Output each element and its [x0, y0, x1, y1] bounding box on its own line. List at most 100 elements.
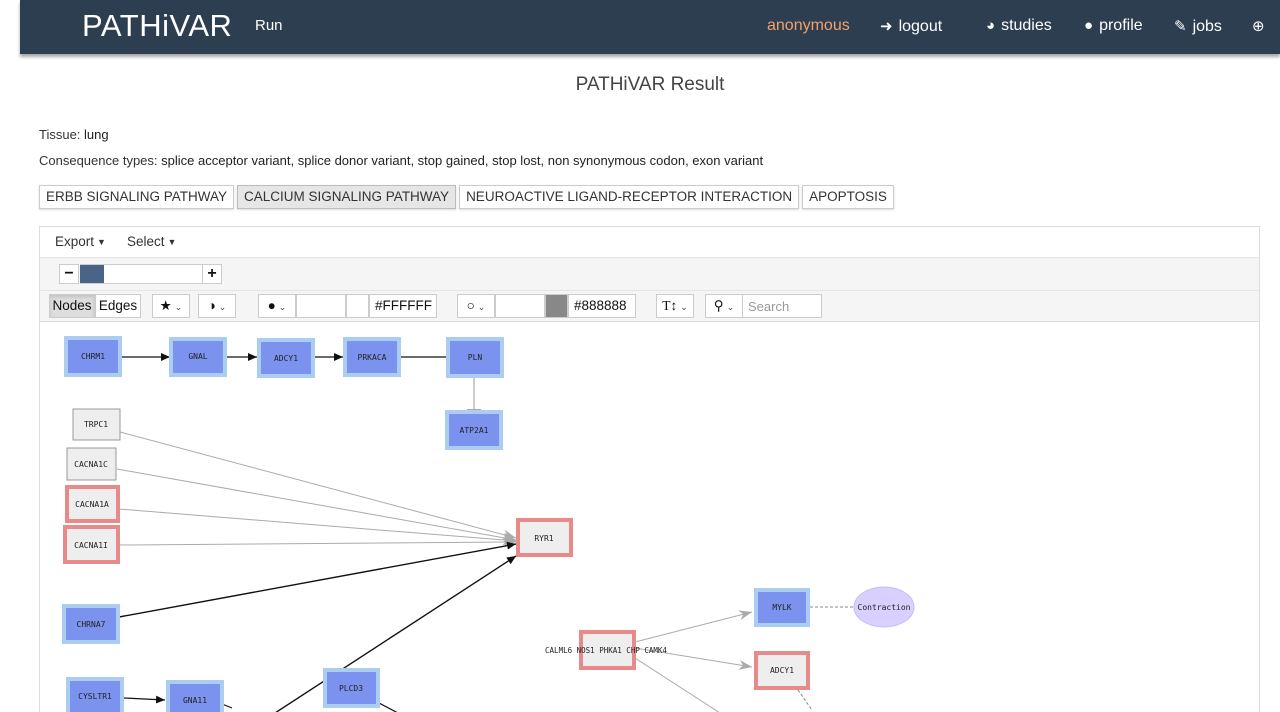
node[interactable]: PLCD3 [323, 668, 380, 708]
help-link[interactable]: ⊕ [1252, 17, 1271, 36]
node[interactable]: CHRNA7 [62, 604, 120, 644]
edge[interactable] [634, 657, 720, 712]
chevron-down-icon: ⌄ [477, 302, 486, 312]
export-menu[interactable]: Export ▼ [55, 234, 106, 249]
tab-apoptosis[interactable]: APOPTOSIS [802, 185, 894, 209]
search-type-dropdown[interactable]: ⚲ ⌄ [705, 294, 743, 318]
node-label: TRPC1 [84, 420, 108, 429]
node[interactable]: GNAL [169, 337, 227, 377]
node[interactable]: RYR1 [516, 518, 573, 557]
top-navbar: PATHiVAR Run anonymous ➜ logout ◕ studies … [20, 0, 1280, 54]
shape-dropdown[interactable]: ★ ⌄ [152, 294, 190, 318]
node[interactable]: CACNA1I [63, 525, 120, 564]
stroke-size-input[interactable] [495, 294, 545, 318]
edge[interactable] [118, 541, 517, 618]
node[interactable]: ADCY1 [257, 338, 315, 378]
logout-label: logout [898, 18, 943, 35]
pathway-network-canvas[interactable]: CHRM1 GNAL ADCY1 PRKACA PLN ATP2A1 TRPC1 [40, 322, 1260, 712]
network-viewer-panel: Export ▼ Select ▼ − + Nodes Edges ★ ⌄ ◑ ⌄ ● ⌄… [39, 226, 1260, 712]
user-icon: ● [1084, 17, 1094, 34]
node[interactable]: TRPC1 [72, 408, 121, 441]
zoom-in-button[interactable]: + [202, 264, 222, 284]
stroke-color-input[interactable]: #888888 [568, 294, 636, 318]
fill-color-swatch[interactable] [346, 294, 369, 318]
node[interactable]: PLN [446, 337, 504, 378]
zoom-out-button[interactable]: − [59, 264, 79, 284]
circle-outline-icon: ○ [466, 298, 475, 313]
edge[interactable] [378, 702, 398, 712]
profile-label: profile [1099, 17, 1143, 34]
export-label: Export [55, 234, 95, 249]
edge[interactable] [123, 695, 166, 704]
zoom-level-fill [80, 265, 104, 283]
node[interactable]: CALML6 NOS1 PHKA1 CHP CAMK4 [545, 630, 667, 670]
nodes-toggle[interactable]: Nodes [49, 294, 95, 318]
filled-circle-icon: ● [267, 298, 276, 313]
node[interactable]: CACNA1C [66, 447, 117, 481]
fill-color-dropdown[interactable]: ● ⌄ [258, 294, 296, 318]
node-label: CALML6 NOS1 PHKA1 CHP CAMK4 [545, 646, 667, 655]
jobs-label: jobs [1192, 18, 1222, 35]
stroke-color-swatch[interactable] [545, 294, 568, 318]
node-label: PLN [468, 353, 483, 362]
node[interactable]: ATP2A1 [445, 410, 503, 450]
node[interactable]: PRKACA [343, 337, 401, 377]
node-label: RYR1 [534, 534, 553, 543]
page-title: PATHiVAR Result [575, 74, 725, 95]
app-brand[interactable]: PATHiVAR [82, 8, 232, 44]
edge[interactable] [275, 555, 517, 712]
logout-link[interactable]: ➜ logout [880, 17, 942, 36]
node[interactable]: CHRM1 [64, 336, 122, 377]
tab-calcium-signaling[interactable]: CALCIUM SIGNALING PATHWAY [237, 185, 457, 209]
edge[interactable] [116, 468, 517, 543]
run-link[interactable]: Run [255, 17, 283, 34]
chevron-down-icon: ⌄ [680, 302, 688, 312]
edge[interactable] [634, 610, 753, 643]
node[interactable]: Contraction [853, 586, 915, 628]
node-label: MYLK [772, 603, 791, 612]
node-label: ATP2A1 [460, 426, 489, 435]
profile-link[interactable]: ● profile [1084, 17, 1143, 35]
node-label: CHRM1 [81, 352, 105, 361]
network-edges [116, 350, 853, 712]
edge[interactable] [118, 508, 517, 545]
edges-toggle[interactable]: Edges [95, 294, 141, 318]
fill-color-input[interactable]: #FFFFFF [369, 294, 437, 318]
consequence-info: Consequence types: splice acceptor varia… [39, 153, 763, 168]
user-name-link[interactable]: anonymous [767, 17, 850, 35]
edit-icon: ✎ [1174, 18, 1187, 35]
edge[interactable] [797, 689, 813, 711]
node[interactable]: ADCY1 [754, 651, 810, 690]
select-menu[interactable]: Select ▼ [127, 234, 176, 249]
viewer-menu-bar: Export ▼ Select ▼ [40, 227, 1259, 257]
node-label: ADCY1 [770, 666, 794, 675]
chevron-down-icon: ⌄ [218, 302, 227, 312]
zoom-bar: − + [40, 257, 1259, 291]
edge[interactable] [118, 537, 517, 548]
opacity-dropdown[interactable]: ◑ ⌄ [198, 294, 236, 318]
chevron-down-icon: ⌄ [174, 302, 183, 312]
caret-down-icon: ▼ [167, 237, 177, 247]
fill-size-input[interactable] [296, 294, 346, 318]
node[interactable]: CYSLTR1 [66, 677, 124, 712]
studies-link[interactable]: ◕ studies [986, 17, 1052, 35]
node[interactable]: CACNA1A [65, 485, 120, 523]
style-toolbar: Nodes Edges ★ ⌄ ◑ ⌄ ● ⌄ #FFFFFF ○ ⌄ #888888 … [40, 291, 1259, 322]
caret-down-icon: ▼ [97, 237, 106, 247]
node-label: CYSLTR1 [78, 692, 112, 701]
chevron-down-icon: ⌄ [278, 302, 287, 312]
node[interactable]: MYLK [754, 588, 810, 627]
node[interactable]: GNA11 [166, 680, 224, 712]
tab-neuroactive-ligand[interactable]: NEUROACTIVE LIGAND-RECEPTOR INTERACTION [459, 185, 800, 209]
text-size-dropdown[interactable]: T↕ ⌄ [656, 294, 694, 318]
node-label: Contraction [858, 603, 911, 612]
star-icon: ★ [159, 298, 172, 313]
jobs-link[interactable]: ✎ jobs [1174, 17, 1222, 36]
search-input[interactable] [742, 294, 822, 318]
studies-label: studies [1001, 17, 1052, 34]
pie-chart-icon: ◕ [986, 17, 996, 34]
node-label: GNAL [188, 352, 207, 361]
stroke-color-dropdown[interactable]: ○ ⌄ [457, 294, 495, 318]
tab-erbb-signaling[interactable]: ERBB SIGNALING PATHWAY [39, 185, 235, 209]
zoom-slider[interactable] [80, 264, 202, 284]
